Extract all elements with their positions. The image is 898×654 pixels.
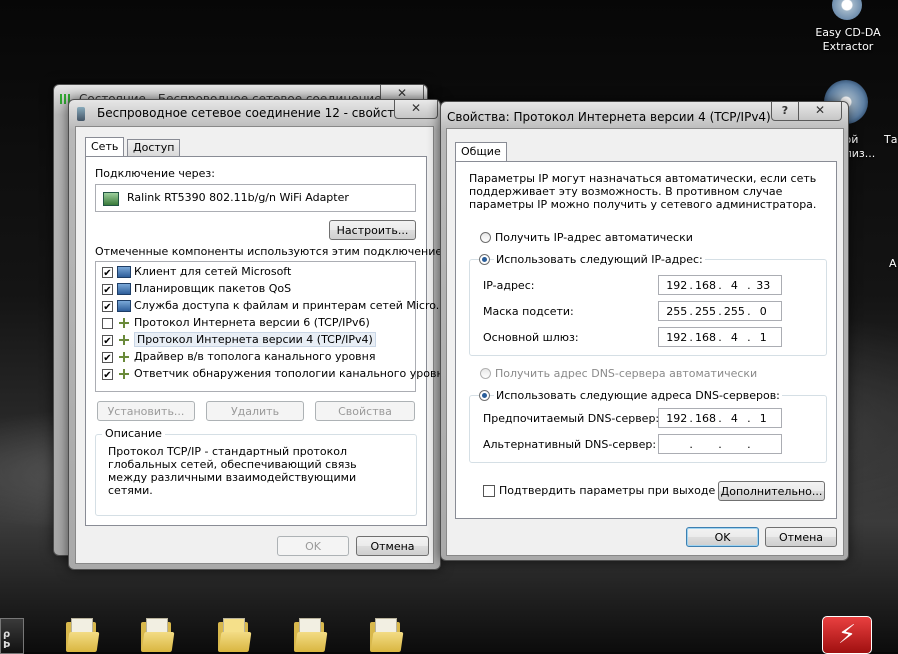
info-text: Параметры IP могут назначаться автоматич…	[469, 172, 817, 211]
component-checkbox[interactable]: ✔	[102, 300, 113, 313]
subnet-mask-field[interactable]: 255. 255. 255. 0	[658, 301, 782, 321]
auto-ip-label: Получить IP-адрес автоматически	[495, 231, 693, 244]
protocol-icon	[117, 317, 131, 329]
dns-settings-group: Использовать следующие адреса DNS-сервер…	[469, 389, 827, 463]
network-adapter-icon	[103, 192, 119, 206]
folder-icon[interactable]	[370, 618, 404, 652]
gateway-label: Основной шлюз:	[483, 331, 579, 344]
manual-ip-label: Использовать следующий IP-адрес:	[494, 253, 705, 266]
qos-icon	[117, 283, 131, 295]
auto-ip-radio[interactable]	[480, 232, 491, 243]
wifi-connection-icon	[77, 107, 85, 121]
desktop-icon-partial[interactable]: ρ Þ	[0, 618, 24, 654]
remove-button[interactable]: Удалить	[206, 401, 304, 421]
validate-on-exit-checkbox[interactable]	[483, 484, 495, 497]
desktop-icon-label: Easy CD-DA Extractor	[815, 26, 881, 53]
ip-settings-group: Использовать следующий IP-адрес: IP-адре…	[469, 253, 827, 356]
component-label: Драйвер в/в тополога канального уровня	[134, 350, 376, 363]
folder-icon[interactable]	[66, 618, 100, 652]
manual-dns-label: Использовать следующие адреса DNS-сервер…	[494, 389, 782, 402]
advanced-button[interactable]: Дополнительно...	[718, 481, 825, 501]
list-item[interactable]: ✔ Ответчик обнаружения топологии канально…	[102, 365, 450, 382]
checkbox-box[interactable]	[483, 485, 495, 497]
tab-general[interactable]: Общие	[455, 142, 507, 161]
window-title: Свойства: Протокол Интернета версии 4 (T…	[447, 110, 771, 124]
ip-address-label: IP-адрес:	[483, 279, 535, 292]
protocol-icon	[117, 368, 131, 380]
description-group: Описание Протокол TCP/IP - стандартный п…	[95, 427, 417, 516]
tab-panel-general: Параметры IP могут назначаться автоматич…	[455, 161, 837, 519]
close-button[interactable]: ✕	[798, 102, 842, 121]
app-icon: ρ Þ	[3, 629, 12, 651]
properties-button[interactable]: Свойства	[315, 401, 415, 421]
subnet-mask-label: Маска подсети:	[483, 305, 574, 318]
ok-button[interactable]: OK	[686, 527, 759, 547]
list-item[interactable]: ✔ Клиент для сетей Microsoft	[102, 263, 291, 280]
component-checkbox[interactable]: ✔	[102, 283, 113, 296]
close-button[interactable]: ✕	[394, 100, 438, 119]
component-label: Протокол Интернета версии 6 (TCP/IPv6)	[134, 316, 370, 329]
network-client-icon	[117, 266, 131, 278]
component-label: Ответчик обнаружения топологии канальног…	[134, 367, 451, 380]
components-list[interactable]: ✔ Клиент для сетей Microsoft ✔ Планировщик…	[95, 261, 450, 392]
component-label: Планировщик пакетов QoS	[134, 282, 292, 295]
protocol-icon	[117, 351, 131, 363]
ipv4-properties-window[interactable]: Свойства: Протокол Интернета версии 4 (T…	[440, 101, 849, 561]
protocol-icon	[117, 334, 131, 346]
gateway-field[interactable]: 192. 168. 4. 1	[658, 327, 782, 347]
auto-dns-label: Получить адрес DNS-сервера автоматически	[495, 367, 758, 380]
preferred-dns-field[interactable]: 192. 168. 4. 1	[658, 408, 782, 428]
component-checkbox[interactable]: ✔	[102, 368, 113, 381]
list-item[interactable]: ✔ Служба доступа к файлам и принтерам сет…	[102, 297, 446, 314]
component-label: Протокол Интернета версии 4 (TCP/IPv4)	[134, 332, 376, 347]
list-item[interactable]: Протокол Интернета версии 6 (TCP/IPv6)	[102, 314, 370, 331]
alternate-dns-field[interactable]: ...	[658, 434, 782, 454]
component-label: Клиент для сетей Microsoft	[134, 265, 292, 278]
tab-panel-network: Подключение через: Ralink RT5390 802.11b…	[85, 156, 454, 526]
validate-on-exit-label: Подтвердить параметры при выходе	[499, 484, 716, 497]
cancel-button[interactable]: Отмена	[356, 536, 429, 556]
list-item[interactable]: ✔ Планировщик пакетов QoS	[102, 280, 291, 297]
configure-button[interactable]: Настроить...	[329, 220, 416, 240]
tab-sharing[interactable]: Доступ	[127, 139, 181, 156]
install-button[interactable]: Установить...	[97, 401, 195, 421]
desktop-icon-label: Та	[884, 133, 898, 146]
flash-app-icon[interactable]: ⚡	[822, 616, 872, 654]
window-client-area: Сеть Доступ Подключение через: Ralink RT…	[75, 126, 454, 564]
component-checkbox[interactable]: ✔	[102, 334, 113, 347]
description-title: Описание	[102, 427, 165, 440]
cancel-button[interactable]: Отмена	[765, 527, 837, 547]
list-item[interactable]: ✔ Драйвер в/в тополога канального уровня	[102, 348, 375, 365]
desktop-icon-easy-cd-da[interactable]: Easy CD-DA Extractor	[808, 0, 888, 58]
manual-dns-radio[interactable]	[479, 390, 490, 401]
component-checkbox[interactable]	[102, 317, 113, 329]
ip-address-field[interactable]: 192. 168. 4. 33	[658, 275, 782, 295]
auto-dns-radio[interactable]	[480, 368, 491, 379]
folder-icon[interactable]	[294, 618, 328, 652]
manual-ip-radio[interactable]	[479, 254, 490, 265]
connect-using-label: Подключение через:	[95, 167, 215, 180]
adapter-box: Ralink RT5390 802.11b/g/n WiFi Adapter	[95, 184, 416, 212]
file-sharing-icon	[117, 300, 131, 312]
cd-extractor-icon	[832, 0, 862, 20]
desktop-icon-label: А	[889, 257, 897, 270]
component-label: Служба доступа к файлам и принтерам сете…	[134, 299, 447, 312]
ok-button[interactable]: OK	[277, 536, 349, 556]
help-button[interactable]: ?	[771, 102, 799, 121]
components-label: Отмеченные компоненты используются этим …	[95, 245, 455, 258]
component-checkbox[interactable]: ✔	[102, 266, 113, 279]
tab-network[interactable]: Сеть	[85, 137, 125, 156]
alternate-dns-label: Альтернативный DNS-сервер:	[483, 438, 657, 451]
window-client-area: Общие Параметры IP могут назначаться авт…	[446, 128, 844, 556]
folder-icon[interactable]	[141, 618, 175, 652]
connection-properties-window[interactable]: Беспроводное сетевое соединение 12 - сво…	[68, 99, 454, 570]
description-text: Протокол TCP/IP - стандартный протокол г…	[108, 445, 357, 497]
preferred-dns-label: Предпочитаемый DNS-сервер:	[483, 412, 660, 425]
lightning-icon: ⚡	[837, 620, 857, 650]
window-title: Беспроводное сетевое соединение 12 - сво…	[97, 106, 409, 120]
adapter-name: Ralink RT5390 802.11b/g/n WiFi Adapter	[127, 191, 349, 204]
list-item-selected[interactable]: ✔ Протокол Интернета версии 4 (TCP/IPv4)	[102, 331, 376, 348]
component-checkbox[interactable]: ✔	[102, 351, 113, 364]
folder-icon[interactable]	[218, 618, 252, 652]
